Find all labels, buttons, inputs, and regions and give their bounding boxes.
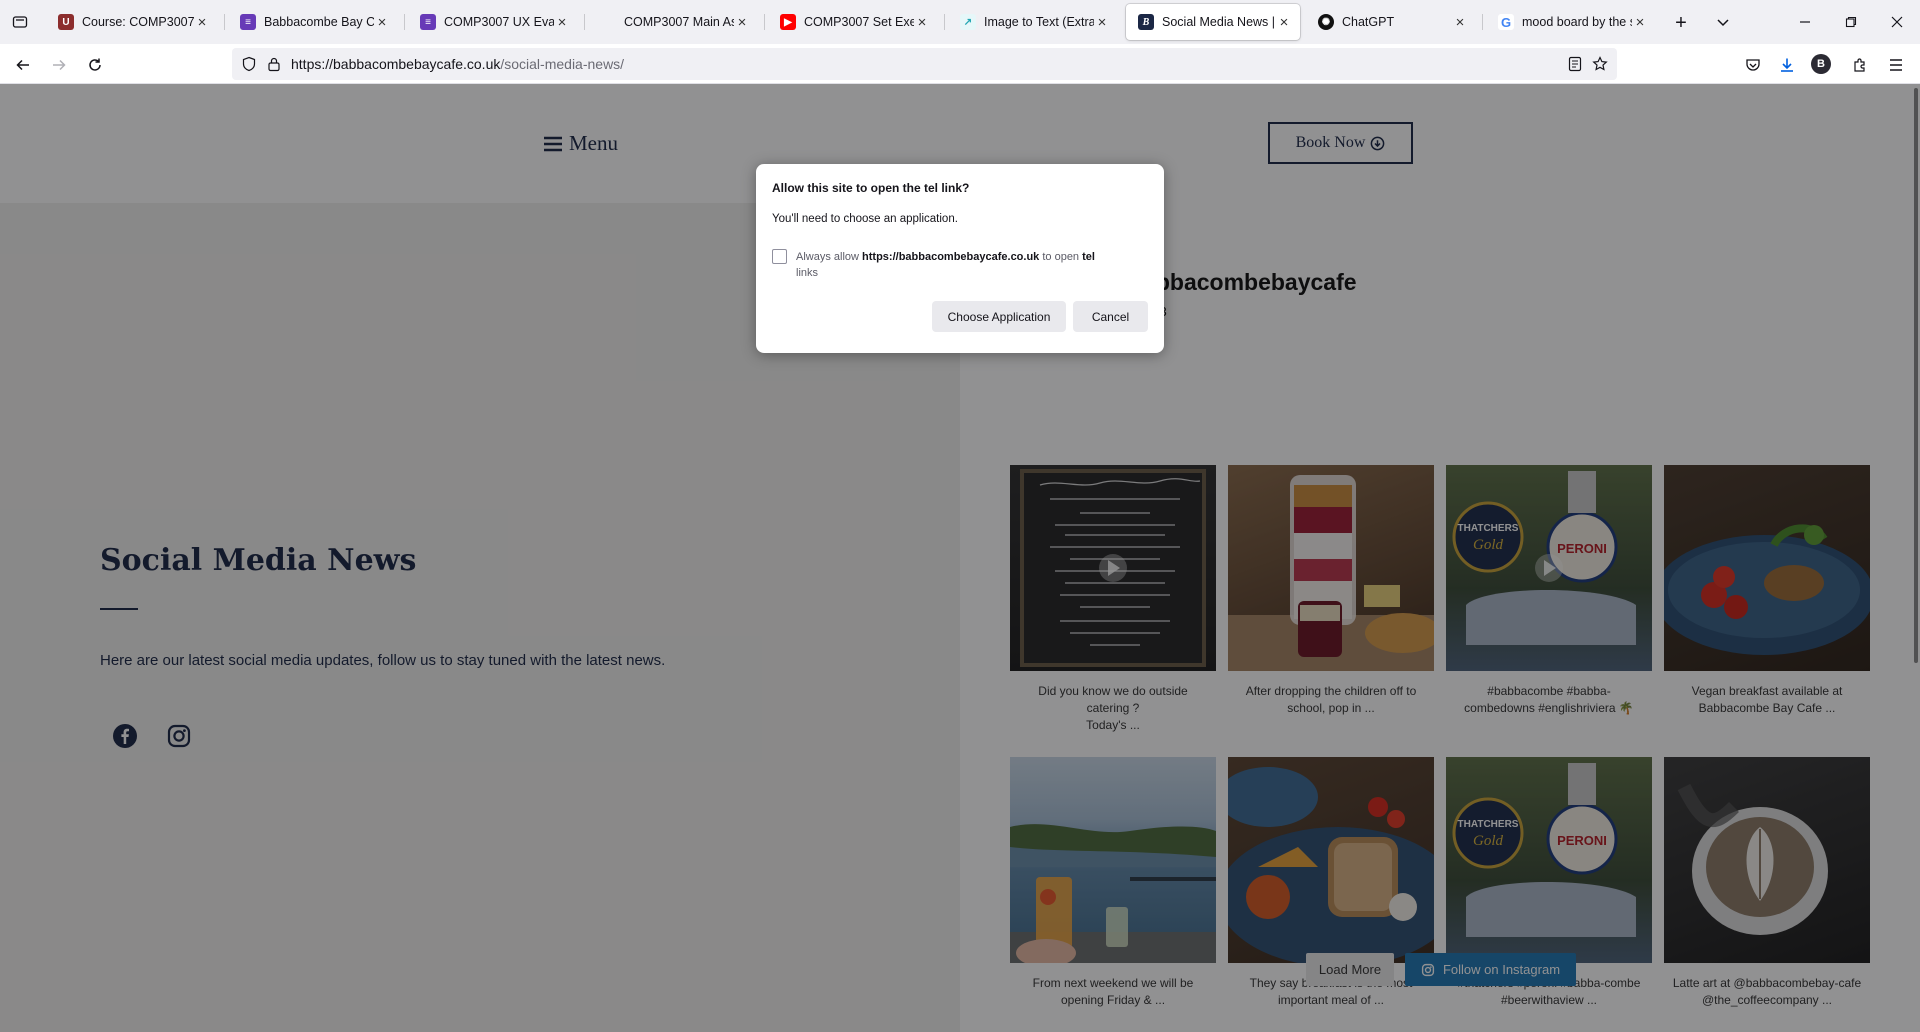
- image-to-text-favicon-icon: ↗: [960, 14, 976, 30]
- babbacombe-favicon-icon: B: [1138, 14, 1154, 30]
- tab-label: Social Media News | Babbacombe: [1162, 15, 1276, 29]
- profile-initial: B: [1817, 58, 1825, 70]
- choose-application-label: Choose Application: [947, 309, 1051, 324]
- pocket-icon[interactable]: [1740, 52, 1766, 78]
- minimize-icon[interactable]: [1790, 8, 1820, 36]
- forward-arrow-icon[interactable]: [46, 52, 72, 78]
- tab-separator: [1482, 14, 1483, 30]
- label-mid: to open: [1039, 251, 1083, 263]
- youtube-favicon-icon: ▶: [780, 14, 796, 30]
- google-favicon-icon: G: [1498, 14, 1514, 30]
- tab-label: Course: COMP3007 HCI: [82, 15, 194, 29]
- label-protocol: tel: [1082, 251, 1095, 263]
- new-tab-icon[interactable]: +: [1668, 10, 1694, 36]
- tab-social-media-news[interactable]: B Social Media News | Babbacombe ×: [1126, 4, 1300, 40]
- extensions-puzzle-icon[interactable]: [1847, 52, 1873, 78]
- tab-close-icon[interactable]: ×: [1632, 14, 1648, 31]
- tab-main-assessment[interactable]: COMP3007 Main Assessment ×: [588, 4, 758, 40]
- tab-babbacombe-form[interactable]: ≡ Babbacombe Bay Cafe ×: [228, 4, 398, 40]
- url-host: https://babbacombebaycafe.co.uk: [291, 56, 501, 72]
- tab-separator: [404, 14, 405, 30]
- back-arrow-icon[interactable]: [10, 52, 36, 78]
- tab-close-icon[interactable]: ×: [554, 14, 570, 31]
- close-window-icon[interactable]: [1882, 8, 1912, 36]
- forms-favicon-icon: ≡: [240, 14, 256, 30]
- document-favicon-icon: [600, 14, 616, 30]
- tab-set-exercises[interactable]: ▶ COMP3007 Set Exercises ×: [768, 4, 938, 40]
- tab-close-icon[interactable]: ×: [1276, 14, 1292, 31]
- restore-icon[interactable]: [1836, 8, 1866, 36]
- tab-label: COMP3007 UX Evaluation: [444, 15, 554, 29]
- dialog-title: Allow this site to open the tel link?: [772, 181, 970, 195]
- tab-label: Image to Text (Extract Text): [984, 15, 1094, 29]
- tab-label: COMP3007 Main Assessment: [624, 15, 734, 29]
- tab-image-to-text[interactable]: ↗ Image to Text (Extract Text) ×: [948, 4, 1118, 40]
- tab-list-icon[interactable]: [8, 10, 32, 34]
- tab-label: ChatGPT: [1342, 15, 1395, 29]
- tab-ux-evaluation[interactable]: ≡ COMP3007 UX Evaluation ×: [408, 4, 578, 40]
- tab-close-icon[interactable]: ×: [1094, 14, 1110, 31]
- always-allow-label[interactable]: Always allow https://babbacombebaycafe.c…: [796, 249, 1146, 281]
- hamburger-menu-icon[interactable]: [1883, 52, 1909, 78]
- tab-close-icon[interactable]: ×: [914, 14, 930, 31]
- label-suffix: links: [796, 267, 819, 279]
- tab-chatgpt[interactable]: ✺ ChatGPT ×: [1306, 4, 1476, 40]
- url-path: /social-media-news/: [500, 56, 625, 72]
- reader-view-icon[interactable]: [1567, 56, 1583, 72]
- tab-close-icon[interactable]: ×: [194, 14, 210, 31]
- lock-icon[interactable]: [267, 56, 281, 72]
- tab-label: mood board by the sea: [1522, 15, 1632, 29]
- tab-close-icon[interactable]: ×: [1452, 14, 1468, 31]
- university-favicon-icon: U: [58, 14, 74, 30]
- tab-separator: [584, 14, 585, 30]
- cancel-button[interactable]: Cancel: [1073, 301, 1148, 332]
- label-site: https://babbacombebaycafe.co.uk: [862, 251, 1040, 263]
- tab-course-comp3007[interactable]: U Course: COMP3007 HCI ×: [46, 4, 218, 40]
- account-avatar-icon[interactable]: B: [1811, 54, 1831, 74]
- bookmark-star-icon[interactable]: [1592, 56, 1608, 72]
- tab-separator: [224, 14, 225, 30]
- web-page: Menu Book Now Social Media News Here are…: [0, 84, 1920, 1032]
- address-bar[interactable]: https://babbacombebaycafe.co.uk/social-m…: [232, 48, 1617, 80]
- tab-overflow-chevron-icon[interactable]: [1710, 10, 1736, 36]
- tab-separator: [764, 14, 765, 30]
- dialog-subtitle: You'll need to choose an application.: [772, 213, 958, 225]
- reload-icon[interactable]: [82, 52, 108, 78]
- browser-nav-bar: https://babbacombebaycafe.co.uk/social-m…: [0, 44, 1920, 84]
- label-prefix: Always allow: [796, 251, 863, 263]
- downloads-icon[interactable]: [1774, 52, 1800, 78]
- cancel-label: Cancel: [1091, 309, 1130, 324]
- open-tel-link-dialog: Allow this site to open the tel link? Yo…: [756, 164, 1164, 353]
- choose-application-button[interactable]: Choose Application: [932, 301, 1066, 332]
- tab-label: Babbacombe Bay Cafe: [264, 15, 374, 29]
- tab-close-icon[interactable]: ×: [374, 14, 390, 31]
- tab-close-icon[interactable]: ×: [734, 14, 750, 31]
- tab-mood-board[interactable]: G mood board by the sea ×: [1486, 4, 1656, 40]
- tracking-protection-shield-icon[interactable]: [241, 56, 257, 72]
- tab-label: COMP3007 Set Exercises: [804, 15, 914, 29]
- forms-favicon-icon: ≡: [420, 14, 436, 30]
- browser-tab-bar: U Course: COMP3007 HCI × ≡ Babbacombe Ba…: [0, 0, 1920, 44]
- always-allow-checkbox[interactable]: [772, 249, 787, 264]
- tab-separator: [944, 14, 945, 30]
- chatgpt-favicon-icon: ✺: [1318, 14, 1334, 30]
